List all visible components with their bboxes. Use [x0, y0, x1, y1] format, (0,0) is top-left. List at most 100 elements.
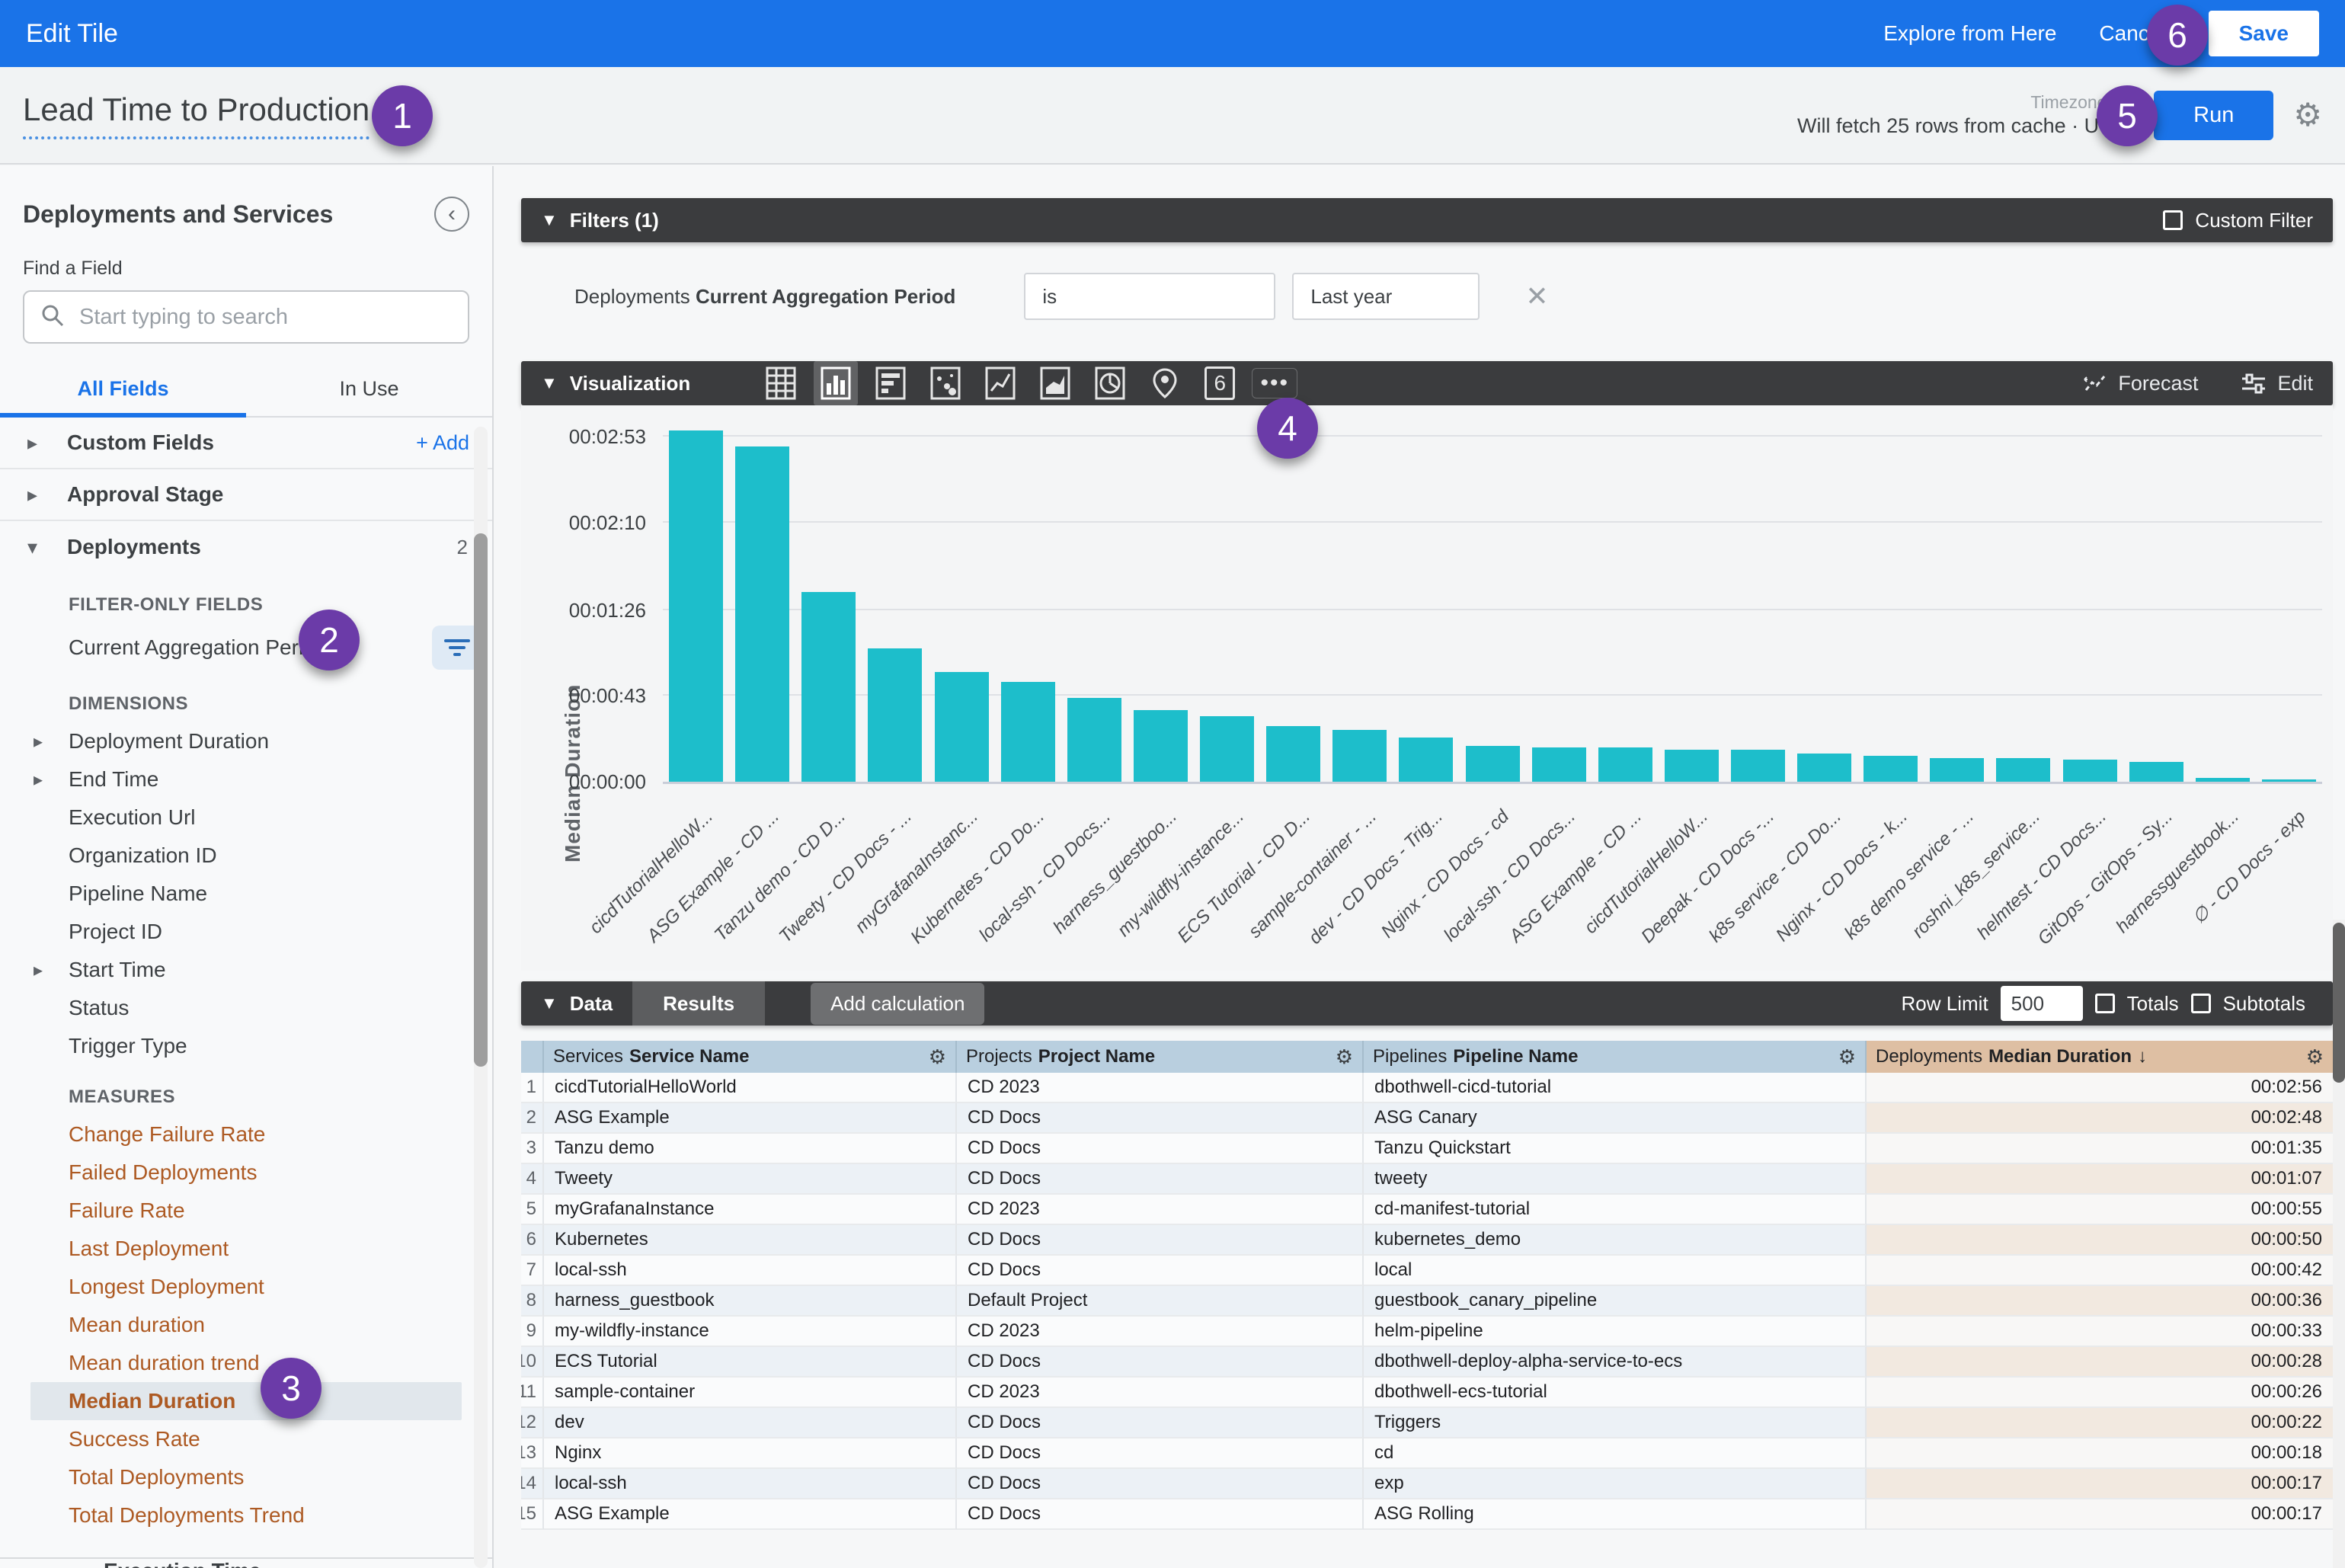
query-settings-gear-icon[interactable]: ⚙	[2293, 99, 2322, 131]
chart-bar[interactable]	[2063, 760, 2117, 782]
table-row[interactable]: 3Tanzu demoCD DocsTanzu Quickstart00:01:…	[521, 1134, 2333, 1164]
column-header-service-name[interactable]: ServicesService Name ⚙	[544, 1041, 957, 1073]
table-row[interactable]: 5myGrafanaInstanceCD 2023cd-manifest-tut…	[521, 1195, 2333, 1225]
caret-right-icon[interactable]: ▸	[27, 483, 67, 507]
chart-bar[interactable]	[1797, 754, 1851, 782]
collapse-data-icon[interactable]: ▼	[541, 994, 558, 1013]
single-value-viz-icon[interactable]: 6	[1198, 361, 1242, 405]
chart-bar[interactable]	[2129, 762, 2183, 782]
chart-bar[interactable]	[1200, 716, 1254, 782]
table-row[interactable]: 13NginxCD Docscd00:00:18	[521, 1438, 2333, 1469]
column-header-median-duration[interactable]: DeploymentsMedian Duration ↓ ⚙	[1867, 1041, 2333, 1073]
sidebar-field-trigger-type[interactable]: Trigger Type	[0, 1027, 492, 1065]
caret-right-icon[interactable]: ▸	[34, 769, 43, 791]
chart-bar[interactable]	[669, 430, 723, 782]
chart-bar[interactable]	[2196, 778, 2250, 782]
table-row[interactable]: 2ASG ExampleCD DocsASG Canary00:02:48	[521, 1103, 2333, 1134]
map-viz-icon[interactable]	[1143, 361, 1187, 405]
chart-bar[interactable]	[1332, 730, 1387, 782]
table-viz-icon[interactable]	[759, 361, 803, 405]
sidebar-scrollbar-thumb[interactable]	[474, 533, 488, 1067]
custom-filter-checkbox[interactable]	[2163, 210, 2183, 230]
sidebar-measure-success-rate[interactable]: Success Rate	[0, 1420, 492, 1458]
sidebar-measure-failure-rate[interactable]: Failure Rate	[0, 1192, 492, 1230]
totals-checkbox[interactable]	[2095, 994, 2115, 1013]
search-input[interactable]	[79, 305, 453, 330]
sidebar-measure-median-duration[interactable]: Median Duration	[30, 1382, 462, 1420]
tile-title-input[interactable]: Lead Time to Production	[23, 91, 370, 139]
chart-bar[interactable]	[1001, 682, 1055, 782]
table-row[interactable]: 14local-sshCD Docsexp00:00:17	[521, 1469, 2333, 1499]
sidebar-measure-failed-deployments[interactable]: Failed Deployments	[0, 1154, 492, 1192]
chart-bar[interactable]	[1665, 750, 1719, 782]
chart-bar[interactable]	[935, 672, 989, 782]
chart-bar[interactable]	[1864, 756, 1918, 782]
tab-in-use[interactable]: In Use	[246, 377, 492, 416]
explore-from-here-link[interactable]: Explore from Here	[1883, 21, 2056, 46]
chart-bar[interactable]	[1134, 710, 1188, 782]
sidebar-scrollbar[interactable]	[474, 427, 488, 1568]
row-limit-input[interactable]	[2001, 986, 2083, 1021]
table-row[interactable]: 11sample-containerCD 2023dbothwell-ecs-t…	[521, 1378, 2333, 1408]
add-custom-field-button[interactable]: + Add	[416, 431, 469, 455]
table-scrollbar-thumb[interactable]	[2333, 923, 2345, 1083]
collapse-filters-icon[interactable]: ▼	[541, 210, 558, 230]
edit-visualization-button[interactable]: Edit	[2241, 372, 2313, 395]
table-row[interactable]: 4TweetyCD Docstweety00:01:07	[521, 1164, 2333, 1195]
caret-right-icon[interactable]: ▸	[27, 431, 67, 455]
sidebar-field-execution-url[interactable]: Execution Url	[0, 798, 492, 837]
sidebar-field-project-id[interactable]: Project ID	[0, 913, 492, 951]
bar-chart-viz-icon[interactable]	[869, 361, 913, 405]
line-chart-viz-icon[interactable]	[978, 361, 1022, 405]
table-row[interactable]: 7local-sshCD Docslocal00:00:42	[521, 1256, 2333, 1286]
chart-bar[interactable]	[1466, 746, 1520, 782]
chart-bar[interactable]	[801, 592, 856, 782]
chart-bar[interactable]	[1399, 738, 1453, 782]
add-calculation-button[interactable]: Add calculation	[811, 983, 984, 1025]
table-row[interactable]: 8harness_guestbookDefault Projectguestbo…	[521, 1286, 2333, 1317]
pie-chart-viz-icon[interactable]	[1088, 361, 1132, 405]
sidebar-measure-total-deployments[interactable]: Total Deployments	[0, 1458, 492, 1496]
table-row[interactable]: 15ASG ExampleCD DocsASG Rolling00:00:17	[521, 1499, 2333, 1530]
sidebar-field-start-time[interactable]: ▸Start Time	[0, 951, 492, 989]
chart-bar[interactable]	[868, 648, 922, 782]
column-header-pipeline-name[interactable]: PipelinesPipeline Name ⚙	[1364, 1041, 1867, 1073]
run-button[interactable]: Run	[2154, 91, 2273, 140]
column-gear-icon[interactable]: ⚙	[2306, 1045, 2324, 1069]
tab-all-fields[interactable]: All Fields	[0, 377, 246, 416]
caret-right-icon[interactable]: ▸	[34, 731, 43, 753]
chart-bar[interactable]	[1532, 747, 1586, 782]
chart-bar[interactable]	[1996, 758, 2050, 782]
group-custom-fields[interactable]: ▸ Custom Fields + Add	[0, 418, 492, 469]
save-button[interactable]: Save	[2209, 11, 2319, 56]
chart-bar[interactable]	[1598, 747, 1652, 782]
table-row[interactable]: 9my-wildfly-instanceCD 2023helm-pipeline…	[521, 1317, 2333, 1347]
column-gear-icon[interactable]: ⚙	[1336, 1045, 1353, 1069]
sidebar-field-end-time[interactable]: ▸End Time	[0, 760, 492, 798]
sidebar-measure-longest-deployment[interactable]: Longest Deployment	[0, 1268, 492, 1306]
chart-bar[interactable]	[735, 446, 789, 782]
caret-right-icon[interactable]: ▸	[34, 959, 43, 981]
forecast-button[interactable]: Forecast	[2081, 372, 2198, 395]
sidebar-field-organization-id[interactable]: Organization ID	[0, 837, 492, 875]
table-row[interactable]: 10ECS TutorialCD Docsdbothwell-deploy-al…	[521, 1347, 2333, 1378]
sidebar-field-deployment-duration[interactable]: ▸Deployment Duration	[0, 722, 492, 760]
caret-down-icon[interactable]: ▾	[27, 536, 67, 559]
table-row[interactable]: 12devCD DocsTriggers00:00:22	[521, 1408, 2333, 1438]
results-tab[interactable]: Results	[632, 981, 765, 1026]
collapse-sidebar-icon[interactable]: ‹	[434, 197, 469, 232]
chart-bar[interactable]	[2262, 779, 2316, 782]
column-header-project-name[interactable]: ProjectsProject Name ⚙	[957, 1041, 1364, 1073]
chart-bar[interactable]	[1067, 698, 1121, 782]
table-row[interactable]: 6KubernetesCD Docskubernetes_demo00:00:5…	[521, 1225, 2333, 1256]
sidebar-measure-change-failure-rate[interactable]: Change Failure Rate	[0, 1115, 492, 1154]
sidebar-measure-mean-duration-trend[interactable]: Mean duration trend	[0, 1344, 492, 1382]
group-approval-stage[interactable]: ▸ Approval Stage	[0, 469, 492, 521]
chart-bar[interactable]	[1266, 726, 1320, 782]
collapse-visualization-icon[interactable]: ▼	[541, 373, 558, 393]
sort-desc-icon[interactable]: ↓	[2138, 1046, 2147, 1067]
chart-bar[interactable]	[1930, 758, 1984, 782]
chart-bar[interactable]	[1731, 750, 1785, 782]
filter-value-select[interactable]: Last year	[1292, 273, 1480, 320]
remove-filter-icon[interactable]: ✕	[1525, 280, 1548, 312]
